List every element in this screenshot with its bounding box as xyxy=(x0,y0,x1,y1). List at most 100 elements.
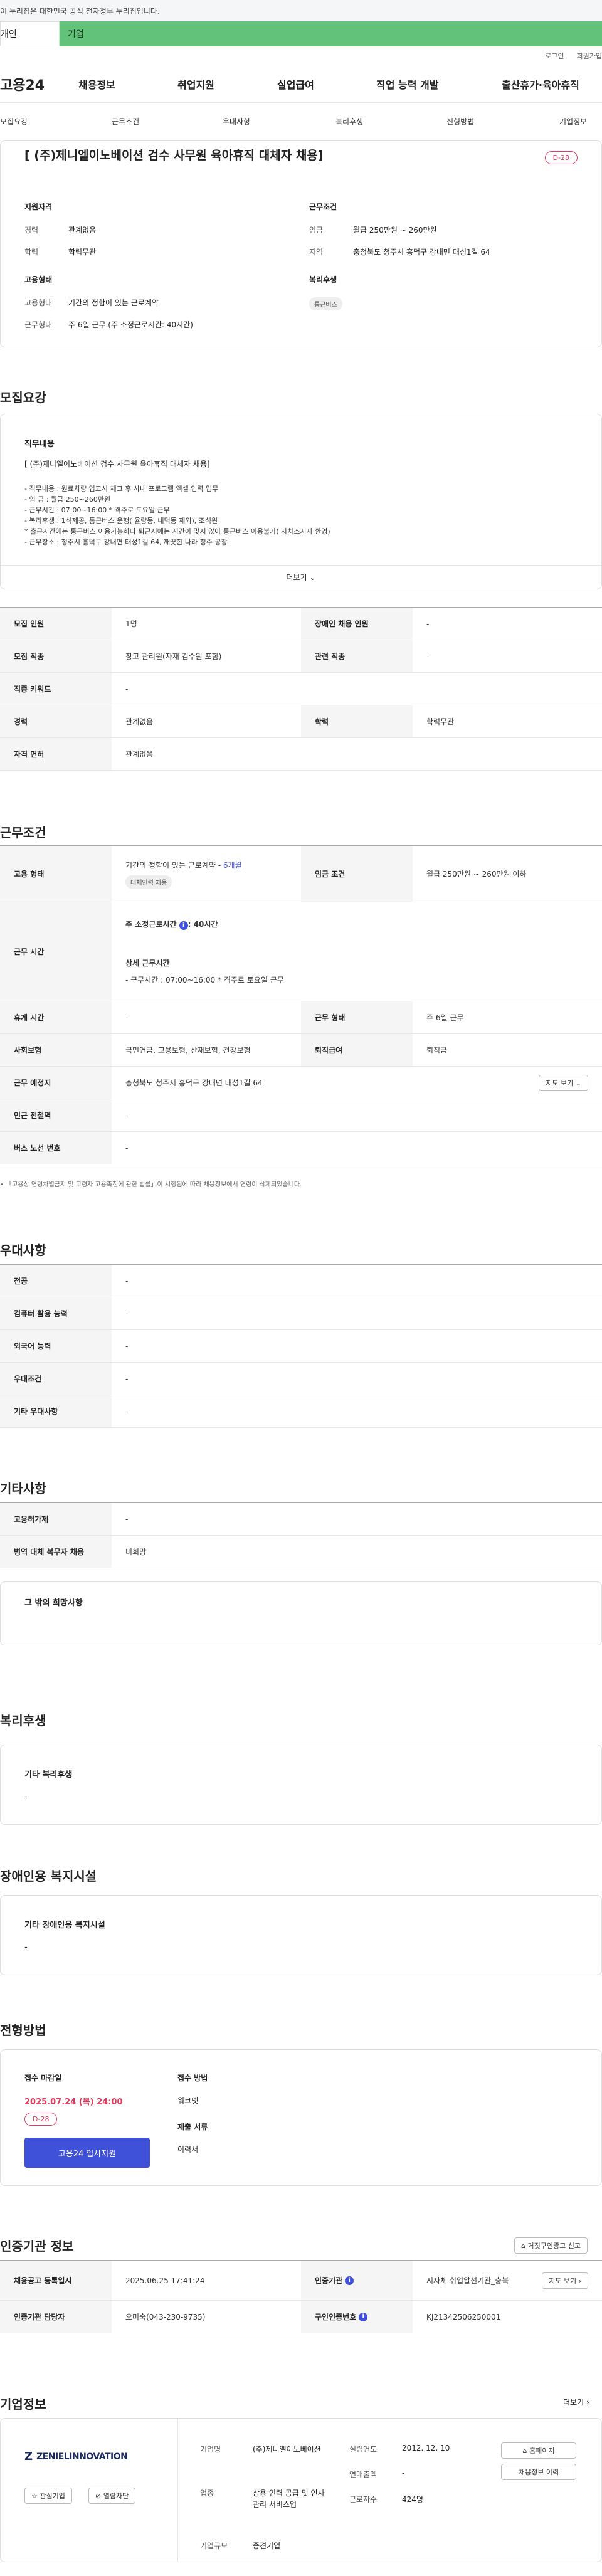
cert-section-title: 인증기관 정보 xyxy=(0,2239,74,2254)
company-size-label: 기업규모 xyxy=(200,2542,228,2550)
etc-table: 고용허가제 - 병역 대체 복무자 채용 비희망 xyxy=(0,1502,602,1568)
tab-recruit[interactable]: 모집요강 xyxy=(0,116,28,127)
table-row: 고용허가제 - xyxy=(0,1503,602,1536)
company-biz-label: 업종 xyxy=(200,2489,214,2498)
table-row: 휴게 시간 - 근무 형태 주 6일 근무 xyxy=(0,1001,602,1034)
recruit-section-title: 모집요강 xyxy=(0,390,46,405)
table-row: 고용 형태 기간의 정함이 있는 근로계약 - 6개월 대체인력 채용 임금 조… xyxy=(0,846,602,902)
company-biz: 상용 인력 공급 및 인사관리 서비스업 xyxy=(253,2489,325,2509)
table-row: 인근 전철역 - xyxy=(0,1099,602,1132)
qualification-heading: 지원자격 xyxy=(24,203,53,211)
company-year-label: 설립연도 xyxy=(349,2445,378,2454)
table-row: 자격 면허 관계없음 xyxy=(0,738,602,771)
docs-value: 이력서 xyxy=(177,2145,199,2154)
job-description-card: 직무내용 [ (주)제니엘이노베이션 검수 사무원 육아휴직 대체자 채용] -… xyxy=(0,414,602,589)
tab-work[interactable]: 근무조건 xyxy=(112,116,139,127)
nav-employment-support[interactable]: 취업지원 xyxy=(177,77,214,92)
toggle-company[interactable]: 기업 xyxy=(60,21,602,46)
employment-type-group: 고용형태 고용형태 기간의 정함이 있는 근로계약 근무형태 주 6일 근무 (주 … xyxy=(24,274,288,341)
login-link[interactable]: 로그인 xyxy=(545,51,564,61)
table-row: 사회보험 국민연금, 고용보험, 산재보험, 건강보험 퇴직급여 퇴직금 xyxy=(0,1034,602,1067)
disabled-section-title: 장애인용 복지시설 xyxy=(0,1869,97,1884)
table-row: 모집 인원 1명 장애인 채용 인원 - xyxy=(0,608,602,640)
summary-row: 경력 관계없음 xyxy=(24,226,97,235)
job-desc-heading: 직무내용 xyxy=(24,440,55,449)
deadline-heading: 접수 마감일 xyxy=(24,2074,62,2082)
info-icon[interactable]: i xyxy=(359,2312,368,2321)
util-bar: 로그인 회원가입 xyxy=(0,46,602,65)
table-row: 채용공고 등록일시 2025.06.25 17:41:24 인증기관 i 지자체 취… xyxy=(0,2261,602,2301)
table-row: 전공 - xyxy=(0,1265,602,1297)
deadline-value: 2025.07.24 (목) 24:00 xyxy=(24,2098,123,2107)
tab-pref[interactable]: 우대사항 xyxy=(223,116,250,127)
apply-button[interactable]: 고용24 입사지원 xyxy=(24,2138,150,2168)
company-size: 중견기업 xyxy=(253,2542,281,2550)
nav-jobs[interactable]: 채용정보 xyxy=(78,77,115,92)
replacement-chip: 대체인력 채용 xyxy=(125,875,172,889)
welfare-box: 기타 복리후생 - xyxy=(0,1745,602,1825)
age-notice: • 「고용상 연령차별금지 및 고령자 고용촉진에 관한 법률」이 시행됨에 따… xyxy=(0,1181,302,1188)
work-condition-group: 근무조건 임금 월급 250만원 ~ 260만원 지역 충청북도 청주시 흥덕구 강… xyxy=(309,201,585,268)
other-hope-box: 그 밖의 희망사항 xyxy=(0,1581,602,1645)
company-name: (주)제니엘이노베이션 xyxy=(253,2445,321,2454)
tab-welfare[interactable]: 복리후생 xyxy=(335,116,363,127)
other-hope-heading: 그 밖의 희망사항 xyxy=(24,1598,83,1608)
more-button[interactable]: 더보기 ⌄ xyxy=(1,565,601,589)
nav-training[interactable]: 직업 능력 개발 xyxy=(376,77,438,92)
site-logo[interactable]: 고용24 xyxy=(0,74,45,94)
summary-row: 지역 충청북도 청주시 흥덕구 강내면 태성1길 64 xyxy=(309,248,490,256)
cert-table: 채용공고 등록일시 2025.06.25 17:41:24 인증기관 i 지자체 취… xyxy=(0,2260,602,2333)
map-view-button[interactable]: 지도 보기 ⌄ xyxy=(539,1074,588,1091)
tab-screening[interactable]: 전형방법 xyxy=(446,116,474,127)
block-company-button[interactable]: ⊘ 열람차단 xyxy=(88,2488,136,2504)
work-table: 고용 형태 기간의 정함이 있는 근로계약 - 6개월 대체인력 채용 임금 조… xyxy=(0,845,602,1164)
company-name-label: 기업명 xyxy=(200,2445,221,2454)
favorite-company-button[interactable]: ☆ 관심기업 xyxy=(24,2488,72,2504)
welfare-chip: 통근버스 xyxy=(309,297,342,310)
cert-map-button[interactable]: 지도 보기 › xyxy=(542,2272,588,2289)
join-link[interactable]: 회원가입 xyxy=(577,51,602,61)
nav-unemployment-benefit[interactable]: 실업급여 xyxy=(277,77,314,92)
welfare-box-value: - xyxy=(24,1792,28,1802)
company-section-title: 기업정보 xyxy=(0,2397,46,2412)
screening-dday-badge: D-28 xyxy=(24,2113,58,2126)
table-row: 근무 시간 주 소정근로시간 i: 40시간 상세 근무시간 - 근무시간 : … xyxy=(0,902,602,1001)
employment-period: 6개월 xyxy=(223,860,242,870)
company-emp-label: 근로자수 xyxy=(349,2495,378,2504)
etc-section-title: 기타사항 xyxy=(0,1481,46,1496)
main-nav: 고용24 채용정보 취업지원 실업급여 직업 능력 개발 출산휴가·육아휴직 xyxy=(0,65,602,103)
table-row: 직종 키워드 - xyxy=(0,673,602,705)
job-title: [ (주)제니엘이노베이션 검수 사무원 육아휴직 대체자 채용] xyxy=(24,149,324,162)
job-history-button[interactable]: 채용정보 이력 xyxy=(501,2464,576,2480)
homepage-button[interactable]: ⌂ 홈페이지 xyxy=(501,2442,576,2459)
summary-row: 임금 월급 250만원 ~ 260만원 xyxy=(309,226,437,235)
user-type-toggle: 개인 기업 xyxy=(0,21,602,46)
summary-row: 근무형태 주 6일 근무 (주 소정근로시간: 40시간) xyxy=(24,320,193,329)
company-card: Z ZENIELINNOVATION ☆ 관심기업 ⊘ 열람차단 기업명 (주)… xyxy=(0,2418,602,2562)
company-logo-icon: Z xyxy=(24,2450,33,2463)
table-row: 모집 직종 창고 관리원(자재 검수원 포함) 관련 직종 - xyxy=(0,640,602,673)
table-row: 경력 관계없음 학력 학력무관 xyxy=(0,705,602,738)
company-sales: - xyxy=(402,2469,405,2478)
fake-ad-report-button[interactable]: ⌂ 거짓구인광고 신고 xyxy=(514,2237,588,2254)
disabled-box: 기타 장애인용 복지시설 - xyxy=(0,1895,602,1975)
tab-company[interactable]: 기업정보 xyxy=(559,116,587,127)
toggle-personal[interactable]: 개인 xyxy=(0,21,60,46)
company-more-link[interactable]: 더보기 › xyxy=(563,2397,589,2407)
work-section-title: 근무조건 xyxy=(0,825,46,840)
qualification-group: 지원자격 경력 관계없음 학력 학력무관 xyxy=(24,201,288,268)
table-row: 근무 예정지 충청북도 청주시 흥덕구 강내면 태성1길 64 지도 보기 ⌄ xyxy=(0,1067,602,1099)
table-row: 버스 노선 번호 - xyxy=(0,1132,602,1164)
disabled-box-heading: 기타 장애인용 복지시설 xyxy=(24,1921,105,1930)
welfare-group: 복리후생 통근버스 xyxy=(309,274,573,310)
nav-parental-leave[interactable]: 출산휴가·육아휴직 xyxy=(502,77,579,92)
company-logo: Z ZENIELINNOVATION xyxy=(24,2450,128,2463)
dday-badge: D-28 xyxy=(544,151,578,164)
employment-type-heading: 고용형태 xyxy=(24,275,53,284)
welfare-box-heading: 기타 복리후생 xyxy=(24,1770,73,1780)
info-icon[interactable]: i xyxy=(345,2276,354,2285)
method-heading: 접수 방법 xyxy=(177,2074,208,2082)
chevron-down-icon: ⌄ xyxy=(309,573,316,582)
info-icon[interactable]: i xyxy=(179,921,188,930)
summary-row: 고용형태 기간의 정함이 있는 근로계약 xyxy=(24,298,159,307)
